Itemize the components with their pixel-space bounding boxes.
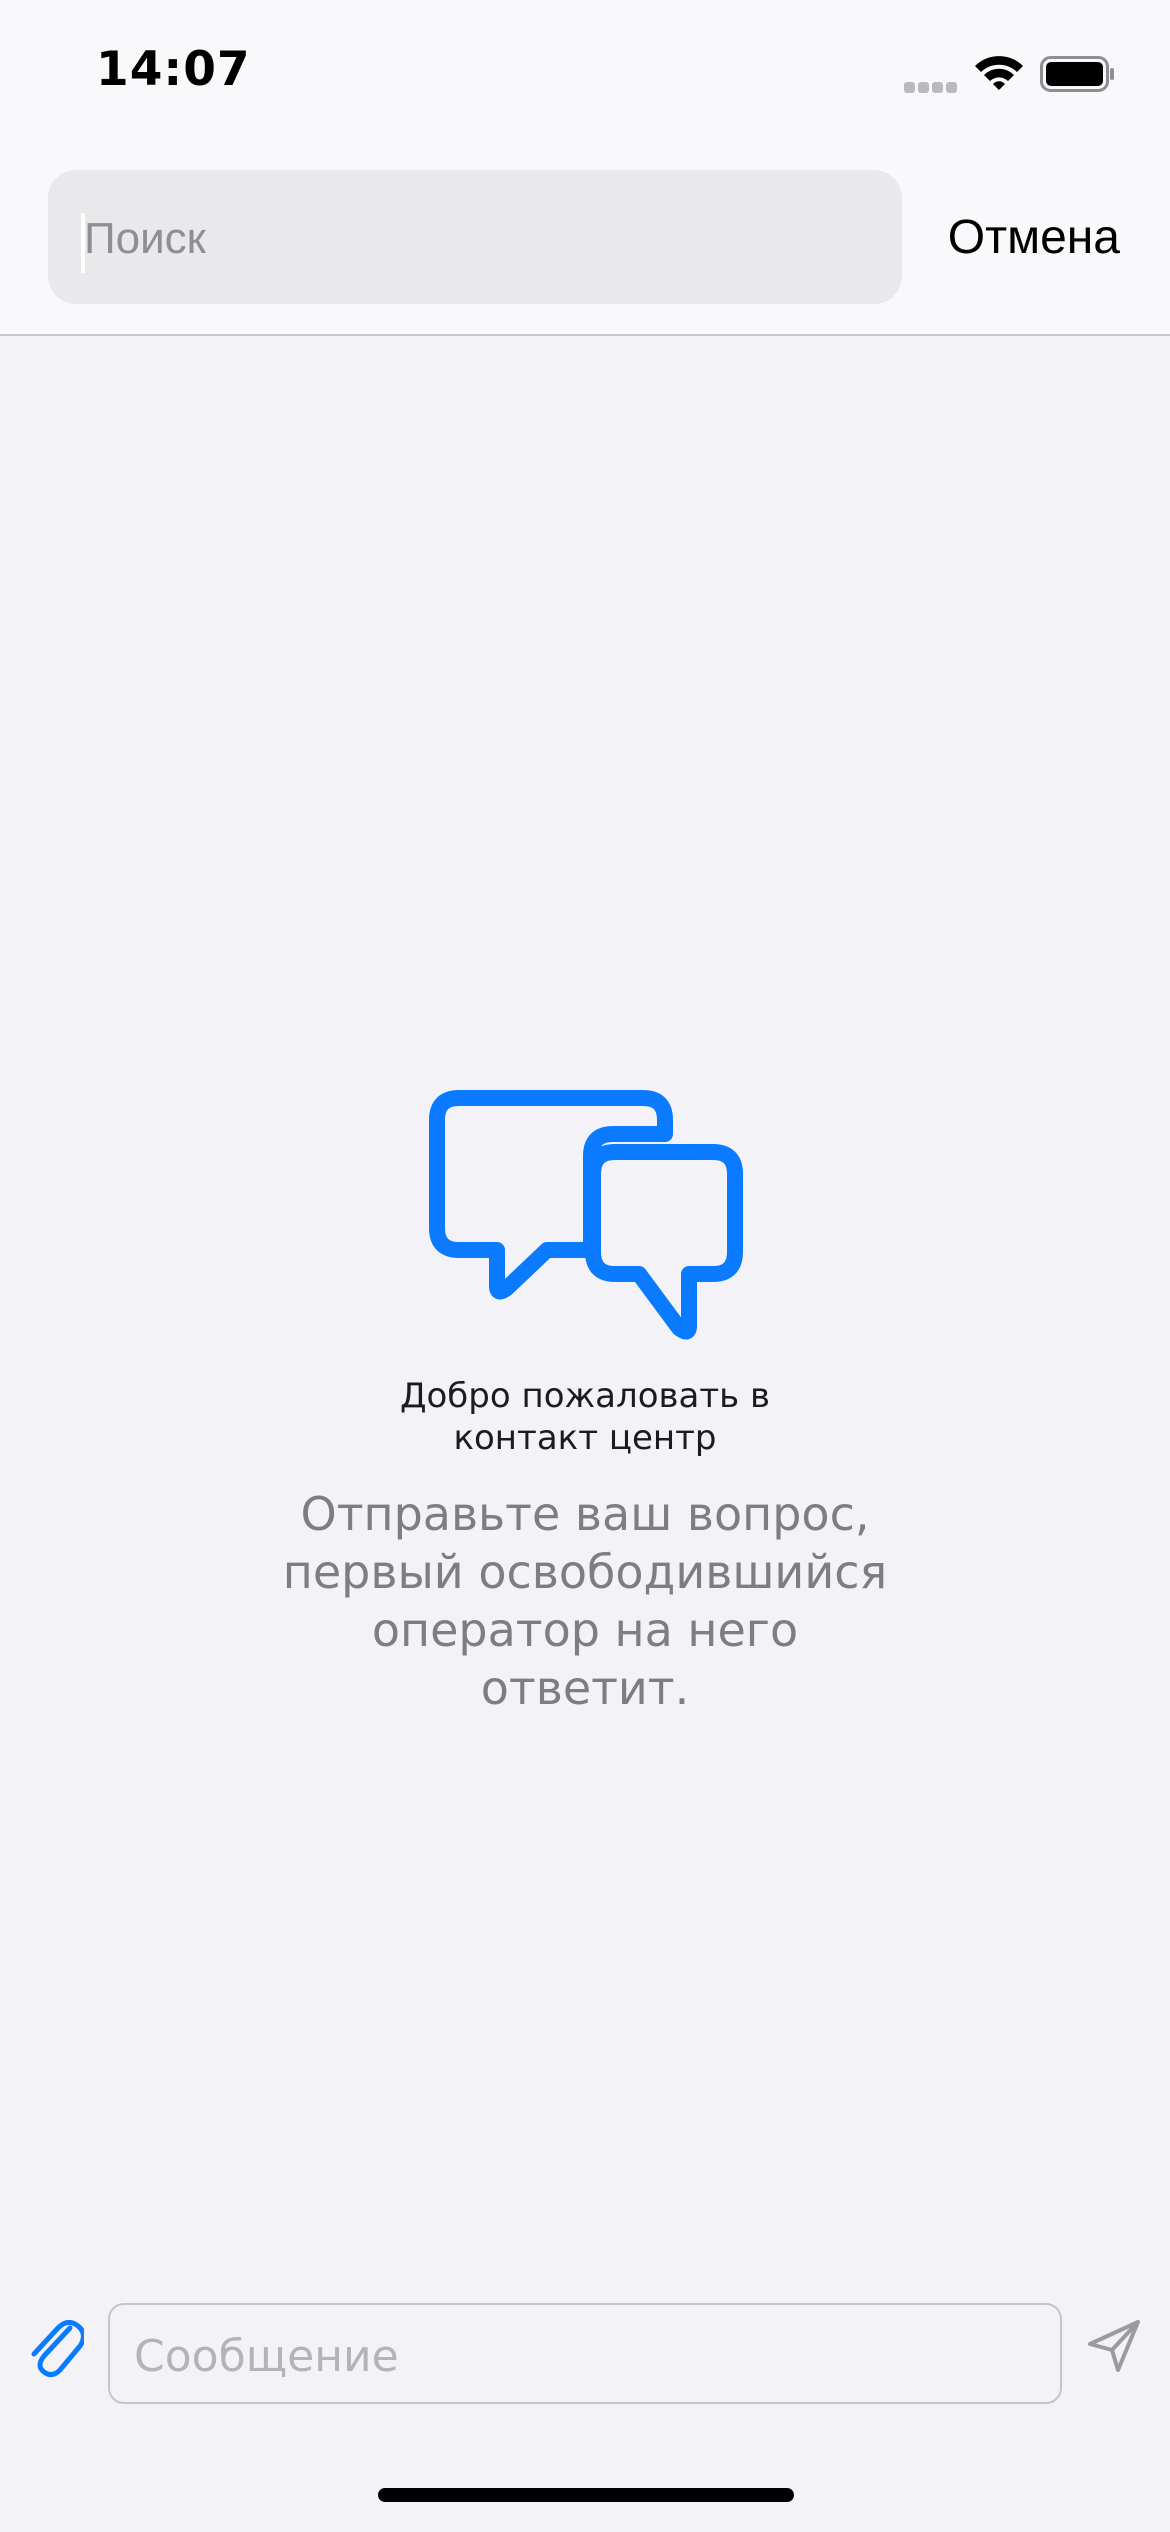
- status-time: 14:07: [96, 42, 251, 97]
- status-bar: 14:07: [0, 0, 1170, 150]
- welcome-title-line: Добро пожаловать в: [399, 1376, 771, 1416]
- welcome-title-line: контакт центр: [453, 1418, 717, 1458]
- welcome-description-line: первый освободившийся: [282, 1545, 888, 1599]
- search-header: Поиск Отмена: [0, 150, 1170, 336]
- message-input[interactable]: Сообщение: [108, 2303, 1062, 2404]
- home-indicator: [378, 2488, 794, 2502]
- search-placeholder: Поиск: [84, 214, 206, 263]
- paper-plane-icon[interactable]: [1086, 2318, 1142, 2374]
- welcome-description: Отправьте ваш вопрос, первый освободивши…: [260, 1485, 910, 1717]
- battery-icon: [1040, 56, 1114, 92]
- message-placeholder: Сообщение: [134, 2331, 399, 2382]
- two-chat-bubbles-icon: [429, 1090, 743, 1340]
- cancel-button[interactable]: Отмена: [948, 210, 1120, 265]
- wifi-icon: [975, 56, 1023, 90]
- welcome-description-line: Отправьте ваш вопрос,: [300, 1487, 870, 1541]
- welcome-description-line: оператор на него: [371, 1603, 799, 1657]
- search-input[interactable]: Поиск: [48, 170, 902, 304]
- paperclip-icon[interactable]: [26, 2310, 84, 2378]
- welcome-title: Добро пожаловать в контакт центр: [285, 1375, 885, 1459]
- cellular-signal-icon: [904, 82, 958, 94]
- welcome-description-line: ответит.: [480, 1661, 690, 1715]
